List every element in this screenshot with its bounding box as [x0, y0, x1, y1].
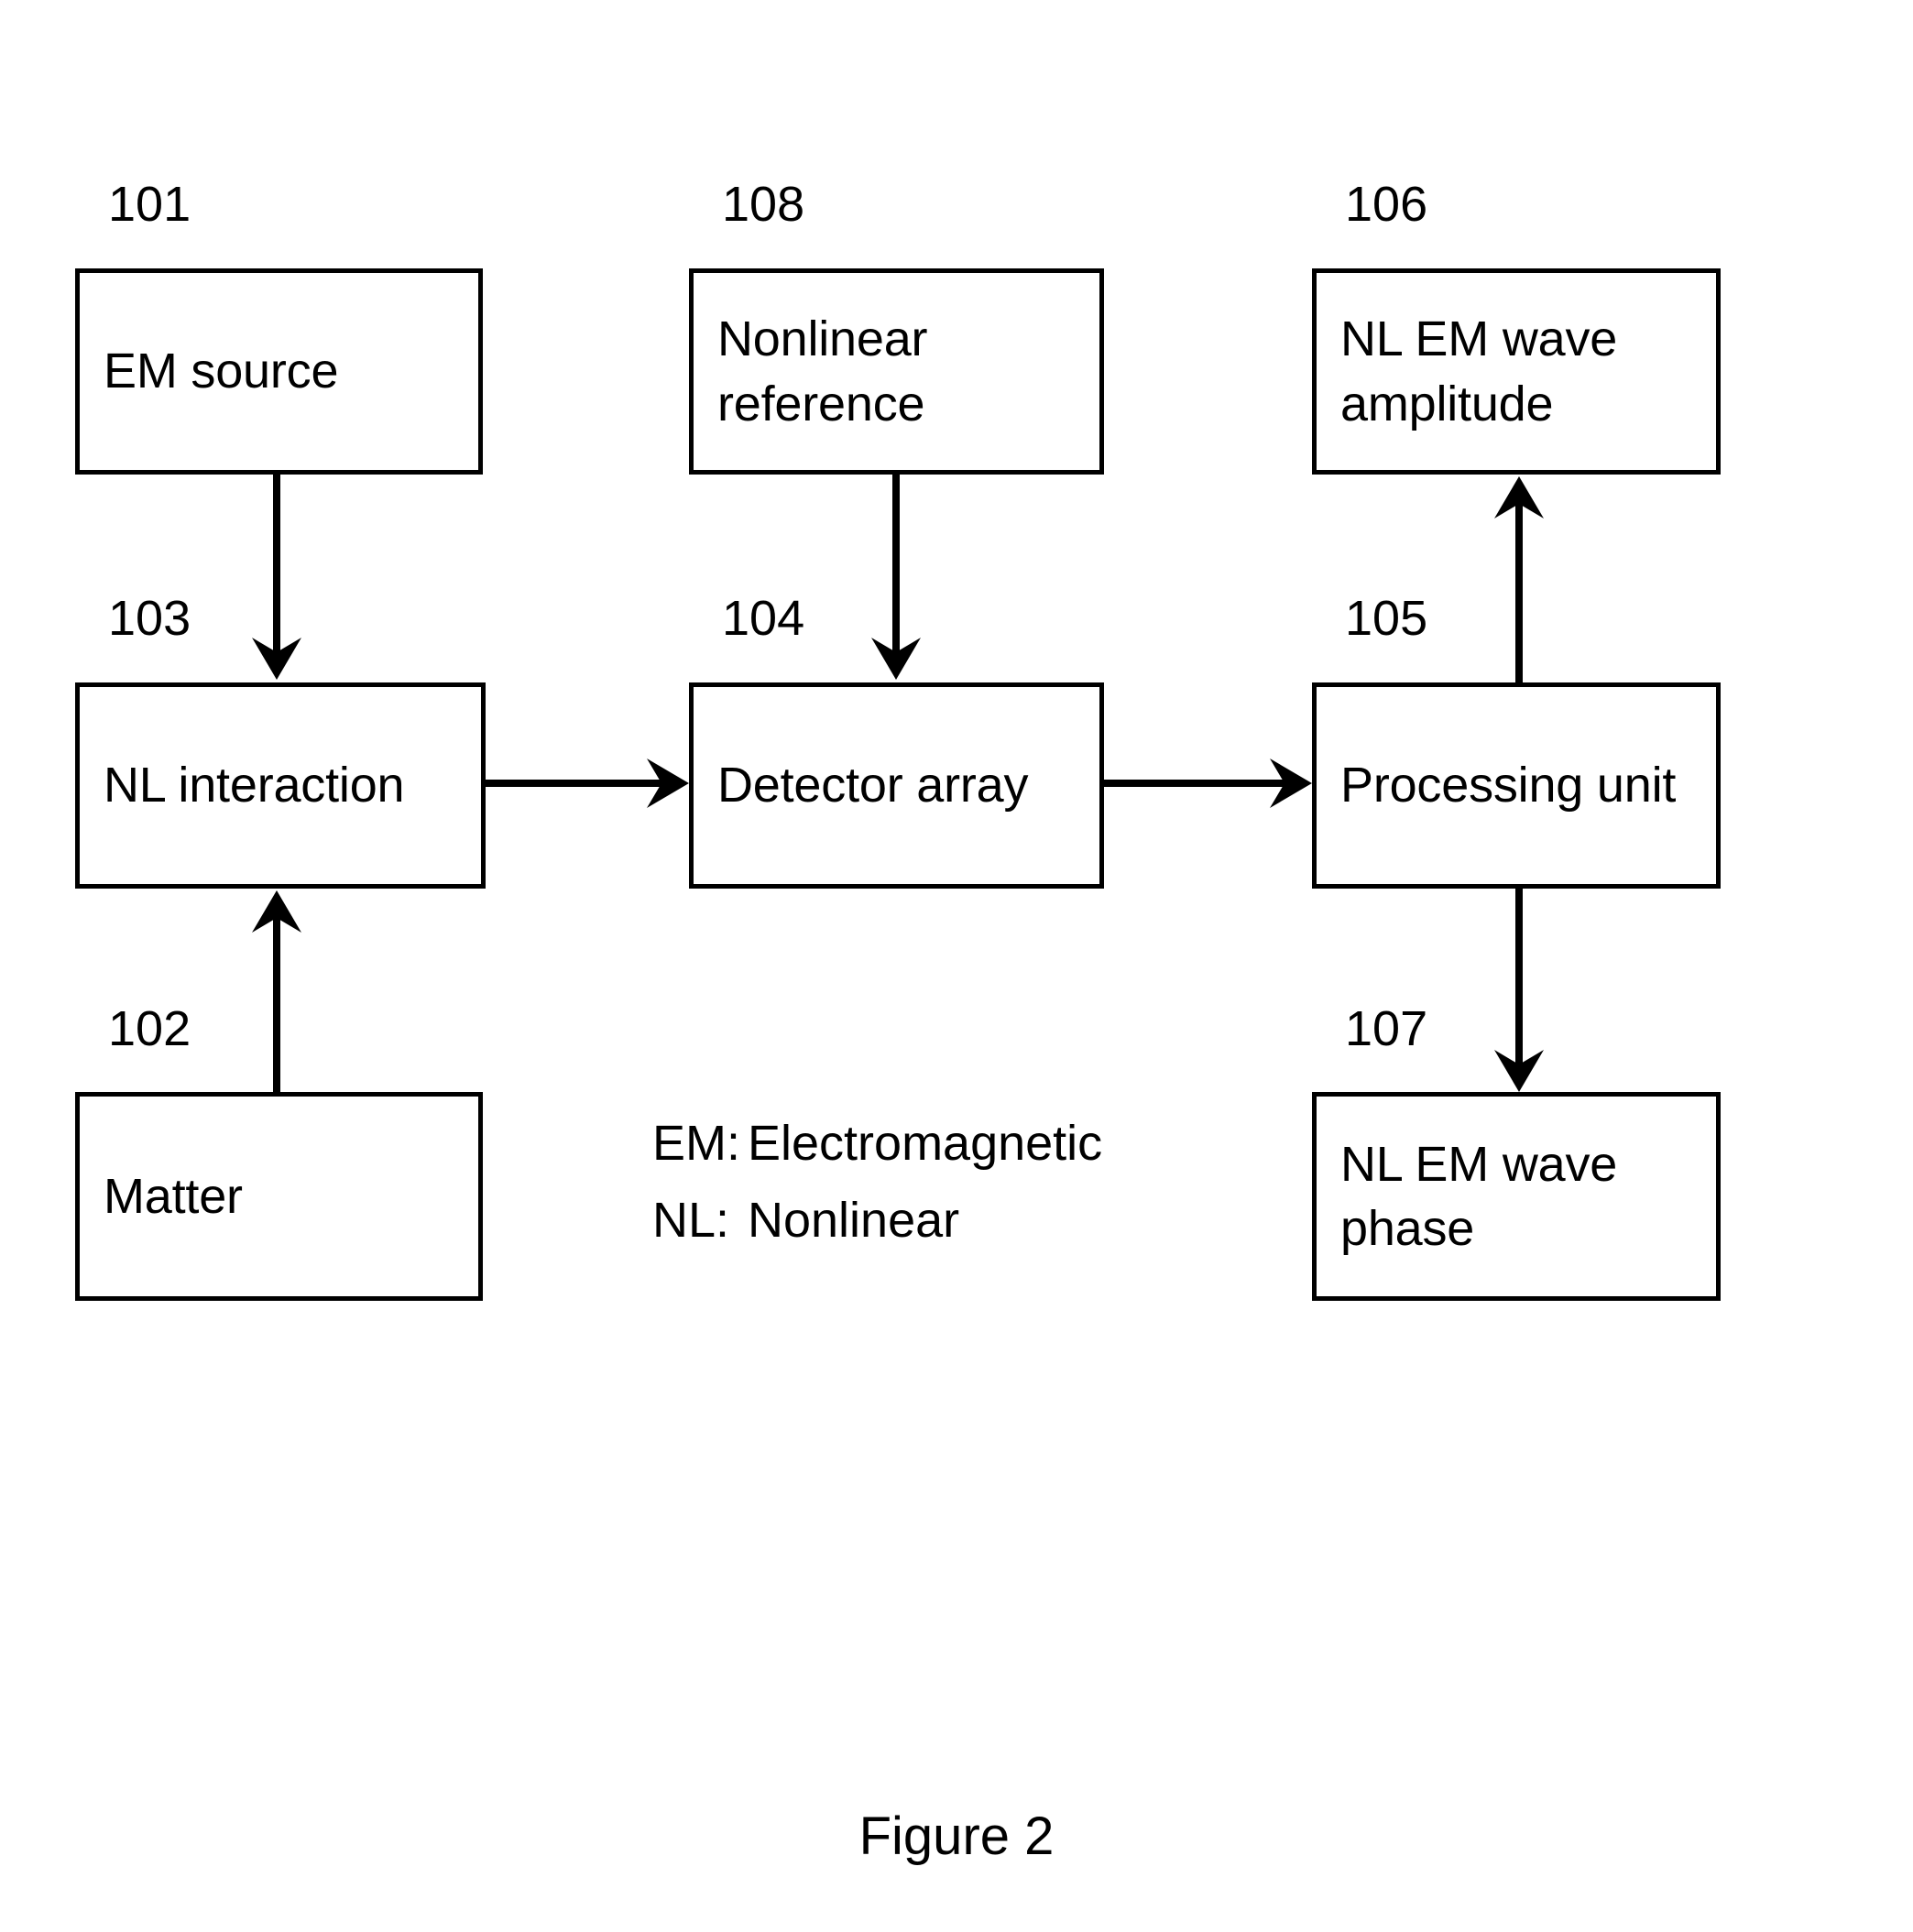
node-matter[interactable]: Matter: [75, 1092, 483, 1301]
arrow-105-to-106: [1494, 476, 1544, 682]
node-processing-unit-label: Processing unit: [1340, 758, 1677, 813]
ref-number-107: 107: [1345, 1001, 1428, 1056]
node-processing-unit[interactable]: Processing unit: [1312, 682, 1721, 889]
node-nl-interaction-label: NL interaction: [104, 758, 405, 813]
arrow-101-to-103: [252, 475, 301, 680]
ref-number-102: 102: [108, 1001, 191, 1056]
node-nonlinear-reference-label: Nonlinear reference: [717, 311, 928, 431]
node-detector-array-label: Detector array: [717, 758, 1029, 813]
node-nl-interaction[interactable]: NL interaction: [75, 682, 486, 889]
legend-value-em: Electromagnetic: [748, 1116, 1103, 1171]
figure-canvas: 101 108 106 103 104 105 102 107 EM sourc…: [0, 0, 1913, 1932]
legend-key-nl: NL:: [652, 1193, 730, 1248]
arrow-102-to-103: [252, 890, 301, 1092]
arrow-108-to-104: [871, 475, 921, 680]
node-detector-array[interactable]: Detector array: [689, 682, 1104, 889]
arrow-103-to-104: [486, 759, 689, 808]
node-nl-em-wave-phase-label: NL EM wave phase: [1340, 1136, 1618, 1256]
ref-number-106: 106: [1345, 177, 1428, 232]
legend-key-em: EM:: [652, 1116, 741, 1171]
node-matter-label: Matter: [104, 1168, 243, 1224]
node-nl-em-wave-amplitude[interactable]: NL EM wave amplitude: [1312, 268, 1721, 475]
node-nl-em-wave-phase[interactable]: NL EM wave phase: [1312, 1092, 1721, 1301]
node-nonlinear-reference[interactable]: Nonlinear reference: [689, 268, 1104, 475]
legend-row-nl: NL: Nonlinear: [652, 1195, 1102, 1245]
figure-caption: Figure 2: [858, 1806, 1055, 1866]
ref-number-104: 104: [722, 591, 805, 646]
ref-number-103: 103: [108, 591, 191, 646]
abbreviation-legend: EM: Electromagnetic NL: Nonlinear: [652, 1119, 1102, 1245]
legend-value-nl: Nonlinear: [748, 1193, 960, 1248]
node-nl-em-wave-amplitude-label: NL EM wave amplitude: [1340, 311, 1618, 431]
node-em-source[interactable]: EM source: [75, 268, 483, 475]
ref-number-105: 105: [1345, 591, 1428, 646]
ref-number-108: 108: [722, 177, 805, 232]
node-em-source-label: EM source: [104, 344, 339, 399]
arrow-105-to-107: [1494, 889, 1544, 1092]
legend-row-em: EM: Electromagnetic: [652, 1119, 1102, 1168]
arrow-104-to-105: [1104, 759, 1312, 808]
ref-number-101: 101: [108, 177, 191, 232]
